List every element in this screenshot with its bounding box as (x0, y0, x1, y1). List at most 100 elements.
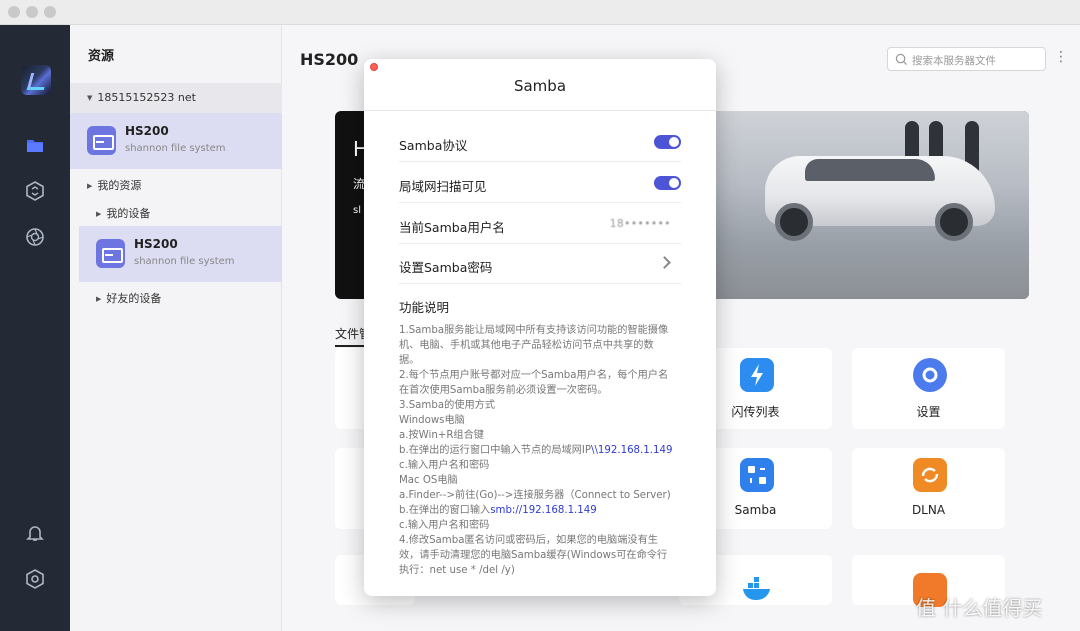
samba-icon (740, 458, 774, 492)
caret-right-icon: ▶ (96, 210, 102, 218)
device-card-hs200-primary[interactable]: HS200 shannon file system (70, 113, 282, 169)
setting-samba-username: 当前Samba用户名 18••••••• (399, 204, 681, 244)
description-line: 1.Samba服务能让局域网中所有支持该访问功能的智能摄像 (399, 323, 684, 338)
description-line: 机、电脑、手机或其他电子产品轻松访问节点中共享的数 (399, 338, 684, 353)
device-name: HS200 (134, 237, 178, 251)
device-subtitle: shannon file system (125, 143, 226, 154)
description-text: 3.Samba的使用方式 (399, 400, 495, 411)
description-line: 3.Samba的使用方式 (399, 398, 684, 413)
description-line: 4.修改Samba匿名访问或密码后，如果您的电脑端没有生 (399, 533, 684, 548)
flash-icon (740, 358, 774, 392)
tree-label: 我的资源 (97, 179, 142, 192)
search-icon (895, 53, 908, 66)
app-window: 资源 ▼ 18515152523 net HS200 shannon file s… (0, 0, 1080, 631)
description-text: Windows电脑 (399, 415, 465, 426)
aperture-icon[interactable] (25, 227, 45, 247)
setting-lan-visible: 局域网扫描可见 (399, 163, 681, 203)
app-logo (21, 65, 51, 95)
title-bar (0, 0, 1080, 25)
folder-icon[interactable] (25, 135, 45, 155)
sidebar-title: 资源 (88, 49, 115, 64)
address-link[interactable]: \\192.168.1.149 (591, 445, 672, 456)
samba-protocol-toggle[interactable] (654, 135, 681, 149)
icon-rail (0, 25, 70, 631)
minimize-window-button[interactable] (26, 6, 38, 18)
description-text: 执行：net use * /del /y) (399, 565, 515, 576)
search-placeholder: 搜索本服务器文件 (912, 55, 996, 67)
tree-label: 好友的设备 (106, 292, 162, 305)
description-line: b.在弹出的窗口输入smb://192.168.1.149 (399, 503, 684, 518)
setting-samba-password[interactable]: 设置Samba密码 (399, 244, 681, 284)
docker-icon (740, 573, 774, 607)
tree-label: 我的设备 (106, 207, 151, 220)
function-description-text: 1.Samba服务能让局域网中所有支持该访问功能的智能摄像 机、电脑、手机或其他电… (399, 323, 684, 578)
setting-label: 设置Samba密码 (399, 260, 493, 275)
tab-underline (335, 345, 365, 347)
description-line: 据。 (399, 353, 684, 368)
tree-my-devices[interactable]: ▶ 我的设备 (96, 205, 150, 221)
address-link[interactable]: smb://192.168.1.149 (490, 505, 597, 516)
dialog-title: Samba (513, 77, 567, 95)
description-text: a.按Win+R组合键 (399, 430, 484, 441)
resource-sidebar: 资源 ▼ 18515152523 net HS200 shannon file s… (70, 25, 282, 631)
description-text: Mac OS电脑 (399, 475, 458, 486)
description-line: 执行：net use * /del /y) (399, 563, 684, 578)
close-dialog-button[interactable] (370, 63, 378, 71)
description-text: 效，请手动清理您的电脑Samba缓存(Windows可在命令行 (399, 550, 668, 561)
description-text: 4.修改Samba匿名访问或密码后，如果您的电脑端没有生 (399, 535, 658, 546)
account-row[interactable]: ▼ 18515152523 net (70, 83, 282, 113)
description-text: b.在弹出的运行窗口中输入节点的局域网IP (399, 445, 592, 456)
close-window-button[interactable] (8, 6, 20, 18)
banner-car-window (805, 159, 935, 181)
watermark: 值 什么值得买 (916, 596, 1043, 620)
divider (364, 110, 716, 111)
caret-right-icon: ▶ (87, 182, 93, 190)
description-text: b.在弹出的窗口输入 (399, 505, 491, 516)
setting-label: 局域网扫描可见 (399, 179, 487, 194)
description-text: 机、电脑、手机或其他电子产品轻松访问节点中共享的数 (399, 340, 654, 351)
description-line: 在首次使用Samba服务前必须设置一次密码。 (399, 383, 684, 398)
server-icon (96, 239, 125, 268)
samba-dialog: Samba Samba协议 局域网扫描可见 当前Samba用户名 18•••••… (364, 59, 716, 596)
description-text: a.Finder-->前往(Go)-->连接服务器（Connect to Ser… (399, 490, 671, 501)
lan-visible-toggle[interactable] (654, 176, 681, 190)
description-text: c.输入用户名和密码 (399, 520, 490, 531)
settings-hex-icon (913, 358, 947, 392)
setting-samba-protocol: Samba协议 (399, 122, 681, 162)
bell-icon[interactable] (25, 523, 45, 543)
description-line: a.按Win+R组合键 (399, 428, 684, 443)
chevron-right-icon (658, 256, 671, 269)
description-text: 据。 (399, 355, 420, 366)
search-input[interactable]: 搜索本服务器文件 (887, 47, 1046, 71)
caret-right-icon: ▶ (96, 295, 102, 303)
description-line: b.在弹出的运行窗口中输入节点的局域网IP\\192.168.1.149 (399, 443, 684, 458)
tree-my-resources[interactable]: ▶ 我的资源 (87, 177, 141, 193)
more-menu-button[interactable]: ⋮ (1054, 49, 1068, 65)
description-text: 1.Samba服务能让局域网中所有支持该访问功能的智能摄像 (399, 325, 669, 336)
samba-username-value: 18••••••• (609, 218, 671, 230)
dlna-icon (913, 458, 947, 492)
tile-settings[interactable]: 设置 (852, 348, 1005, 429)
device-name: HS200 (125, 124, 169, 138)
account-label: 18515152523 net (97, 91, 196, 104)
description-line: c.输入用户名和密码 (399, 518, 684, 533)
description-line: a.Finder-->前往(Go)-->连接服务器（Connect to Ser… (399, 488, 684, 503)
tile-dlna[interactable]: DLNA (852, 448, 1005, 529)
settings-icon[interactable] (25, 569, 45, 589)
description-line: 效，请手动清理您的电脑Samba缓存(Windows可在命令行 (399, 548, 684, 563)
setting-label: Samba协议 (399, 138, 468, 153)
banner-wheel (935, 203, 973, 241)
description-text: c.输入用户名和密码 (399, 460, 490, 471)
zoom-window-button[interactable] (44, 6, 56, 18)
banner-wheel (775, 203, 813, 241)
description-line: 2.每个节点用户账号都对应一个Samba用户名，每个用户名 (399, 368, 684, 383)
description-line: Windows电脑 (399, 413, 684, 428)
description-line: Mac OS电脑 (399, 473, 684, 488)
description-text: 在首次使用Samba服务前必须设置一次密码。 (399, 385, 608, 396)
server-icon (87, 126, 116, 155)
tree-friend-devices[interactable]: ▶ 好友的设备 (96, 290, 161, 306)
device-card-hs200[interactable]: HS200 shannon file system (79, 226, 282, 282)
tile-label: DLNA (911, 503, 946, 517)
sync-icon[interactable] (25, 181, 45, 201)
device-subtitle: shannon file system (134, 256, 235, 267)
